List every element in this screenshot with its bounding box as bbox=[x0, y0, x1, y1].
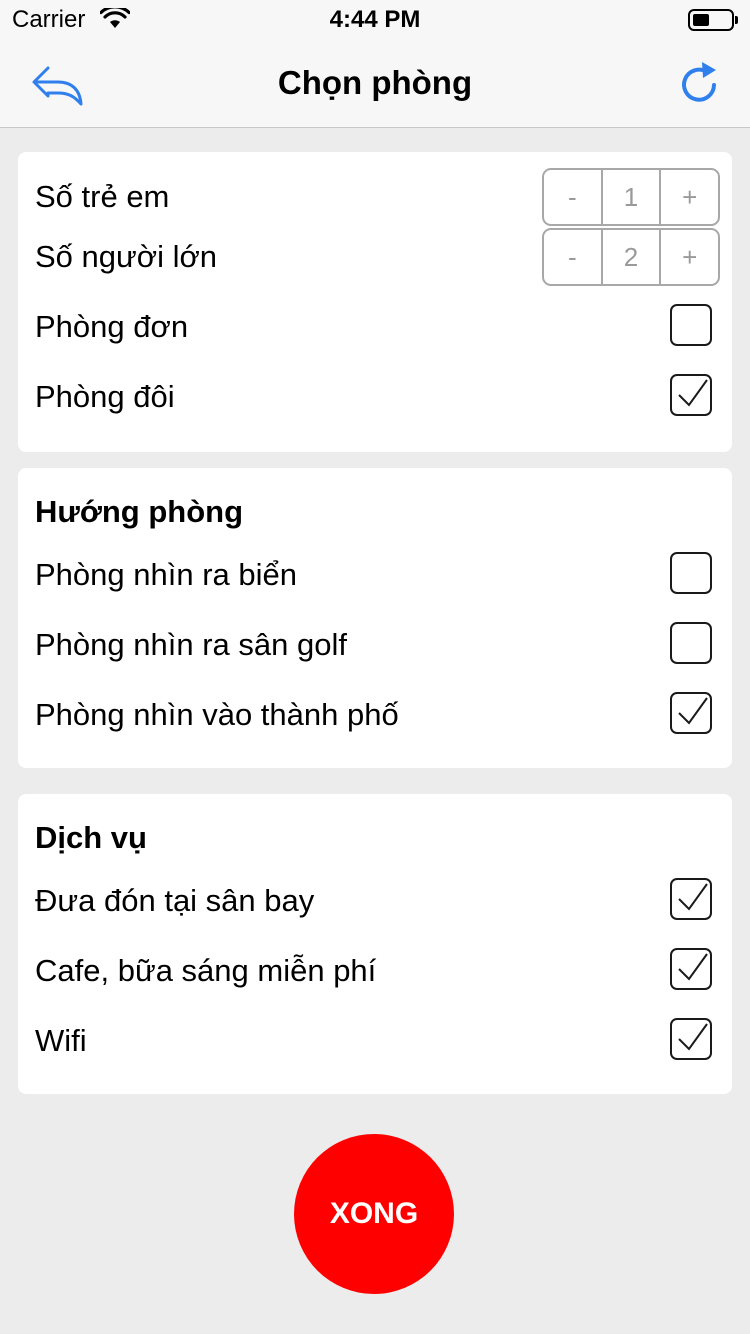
sea-view-label: Phòng nhìn ra biển bbox=[35, 557, 297, 592]
city-view-row: Phòng nhìn vào thành phố bbox=[35, 690, 712, 738]
children-stepper[interactable]: - 1 + bbox=[542, 168, 720, 226]
breakfast-checkbox[interactable] bbox=[670, 948, 712, 990]
navigation-bar: Chọn phòng bbox=[0, 40, 750, 128]
airport-transfer-label: Đưa đón tại sân bay bbox=[35, 883, 315, 918]
adults-decrement-button[interactable]: - bbox=[544, 230, 601, 284]
double-room-label: Phòng đôi bbox=[35, 379, 175, 414]
golf-view-checkbox[interactable] bbox=[670, 622, 712, 664]
children-decrement-button[interactable]: - bbox=[544, 170, 601, 224]
golf-view-row: Phòng nhìn ra sân golf bbox=[35, 620, 712, 668]
breakfast-label: Cafe, bữa sáng miễn phí bbox=[35, 953, 377, 988]
services-title: Dịch vụ bbox=[35, 820, 147, 855]
services-card: Dịch vụ Đưa đón tại sân bay Cafe, bữa sá… bbox=[18, 794, 732, 1094]
children-count-value: 1 bbox=[600, 170, 660, 224]
adults-count-value: 2 bbox=[600, 230, 660, 284]
checkmark-icon bbox=[678, 953, 708, 981]
wifi-label: Wifi bbox=[35, 1023, 87, 1058]
status-bar: Carrier 4:44 PM bbox=[0, 0, 750, 40]
room-view-title: Hướng phòng bbox=[35, 494, 244, 529]
children-label: Số trẻ em bbox=[35, 179, 170, 214]
checkmark-icon bbox=[678, 1023, 708, 1051]
airport-transfer-checkbox[interactable] bbox=[670, 878, 712, 920]
refresh-icon[interactable] bbox=[674, 58, 724, 108]
single-room-row: Phòng đơn bbox=[35, 302, 712, 350]
children-increment-button[interactable]: + bbox=[659, 170, 718, 224]
checkmark-icon bbox=[678, 697, 708, 725]
room-options-card: Số trẻ em - 1 + Số người lớn - 2 + Phòng… bbox=[18, 152, 732, 452]
single-room-checkbox[interactable] bbox=[670, 304, 712, 346]
adults-increment-button[interactable]: + bbox=[659, 230, 718, 284]
golf-view-label: Phòng nhìn ra sân golf bbox=[35, 627, 347, 662]
done-button[interactable]: XONG bbox=[294, 1134, 454, 1294]
wifi-checkbox[interactable] bbox=[670, 1018, 712, 1060]
checkmark-icon bbox=[678, 883, 708, 911]
airport-transfer-row: Đưa đón tại sân bay bbox=[35, 876, 712, 924]
wifi-row: Wifi bbox=[35, 1016, 712, 1064]
city-view-checkbox[interactable] bbox=[670, 692, 712, 734]
city-view-label: Phòng nhìn vào thành phố bbox=[35, 697, 399, 732]
battery-icon bbox=[688, 9, 738, 31]
clock: 4:44 PM bbox=[329, 6, 421, 33]
breakfast-row: Cafe, bữa sáng miễn phí bbox=[35, 946, 712, 994]
adults-stepper[interactable]: - 2 + bbox=[542, 228, 720, 286]
double-room-checkbox[interactable] bbox=[670, 374, 712, 416]
single-room-label: Phòng đơn bbox=[35, 309, 189, 344]
adults-label: Số người lớn bbox=[35, 239, 218, 274]
page-title: Chọn phòng bbox=[277, 64, 473, 101]
checkmark-icon bbox=[678, 379, 708, 407]
sea-view-checkbox[interactable] bbox=[670, 552, 712, 594]
room-view-card: Hướng phòng Phòng nhìn ra biển Phòng nhì… bbox=[18, 468, 732, 768]
double-room-row: Phòng đôi bbox=[35, 372, 712, 420]
sea-view-row: Phòng nhìn ra biển bbox=[35, 550, 712, 598]
